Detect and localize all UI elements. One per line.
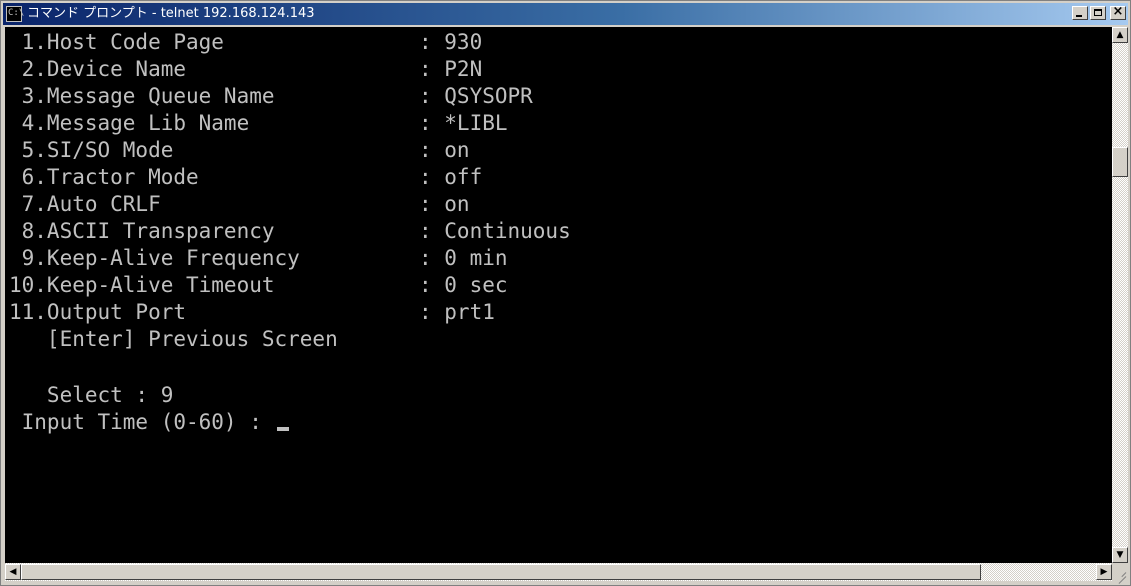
menu-item-label: 3.Message Queue Name — [9, 84, 275, 108]
maximize-icon — [1094, 9, 1102, 16]
title-bar[interactable]: C:\ コマンド プロンプト - telnet 192.168.124.143 … — [3, 3, 1128, 25]
arrow-down-icon: ▼ — [1116, 550, 1124, 560]
menu-item-value: : on — [419, 192, 470, 216]
close-icon: × — [1112, 4, 1124, 19]
menu-item-label: 11.Output Port — [9, 300, 187, 324]
menu-item-value: : QSYSOPR — [419, 84, 533, 108]
close-button[interactable]: × — [1110, 4, 1126, 20]
command-prompt-window: C:\ コマンド プロンプト - telnet 192.168.124.143 … — [0, 0, 1131, 586]
console-output[interactable]: 1.Host Code Page : 930 2.Device Name : P2N… — [5, 27, 1112, 563]
menu-item-value: : 0 min — [419, 246, 508, 270]
scroll-left-button[interactable]: ◀ — [5, 564, 21, 580]
menu-item-value: : 0 sec — [419, 273, 508, 297]
menu-item-value: : 930 — [419, 30, 483, 54]
menu-item-label: 10.Keep-Alive Timeout — [9, 273, 275, 297]
scroll-right-button[interactable]: ▶ — [1096, 564, 1112, 580]
grip-icon — [1118, 576, 1127, 584]
menu-item-value: : Continuous — [419, 219, 571, 243]
menu-item-value: : on — [419, 138, 470, 162]
menu-item-value: : prt1 — [419, 300, 495, 324]
vertical-scroll-thumb[interactable] — [1112, 147, 1128, 177]
maximize-button[interactable] — [1090, 6, 1106, 20]
menu-item-value: : off — [419, 165, 483, 189]
scroll-down-button[interactable]: ▼ — [1112, 547, 1128, 563]
window-title: コマンド プロンプト - telnet 192.168.124.143 — [27, 6, 315, 21]
input-prompt: Input Time (0-60) : — [9, 410, 275, 434]
horizontal-scroll-thumb[interactable] — [21, 564, 981, 580]
menu-item-label: 9.Keep-Alive Frequency — [9, 246, 300, 270]
menu-item-label: 1.Host Code Page — [9, 30, 224, 54]
menu-item-label: 7.Auto CRLF — [9, 192, 161, 216]
minimize-button[interactable] — [1072, 6, 1088, 20]
menu-item-label: 8.ASCII Transparency — [9, 219, 275, 243]
menu-item-value: : P2N — [419, 57, 483, 81]
menu-item-label: 5.SI/SO Mode — [9, 138, 174, 162]
menu-item-label: 4.Message Lib Name — [9, 111, 250, 135]
enter-hint: [Enter] Previous Screen — [9, 327, 338, 351]
resize-grip[interactable] — [1112, 563, 1128, 584]
horizontal-scrollbar[interactable]: ◀ ▶ — [5, 563, 1112, 581]
minimize-icon — [1076, 15, 1082, 17]
scroll-up-button[interactable]: ▲ — [1112, 27, 1128, 43]
input-line[interactable]: Input Time (0-60) : — [9, 409, 289, 436]
arrow-up-icon: ▲ — [1116, 30, 1124, 40]
menu-item-value: : *LIBL — [419, 111, 508, 135]
arrow-left-icon: ◀ — [9, 567, 17, 577]
select-line: Select : 9 — [9, 383, 174, 407]
vertical-scrollbar[interactable]: ▲ ▼ — [1112, 27, 1128, 563]
menu-item-label: 2.Device Name — [9, 57, 187, 81]
text-cursor — [276, 427, 289, 431]
cmd-icon[interactable]: C:\ — [6, 6, 24, 22]
menu-item-label: 6.Tractor Mode — [9, 165, 199, 189]
arrow-right-icon: ▶ — [1100, 567, 1108, 577]
